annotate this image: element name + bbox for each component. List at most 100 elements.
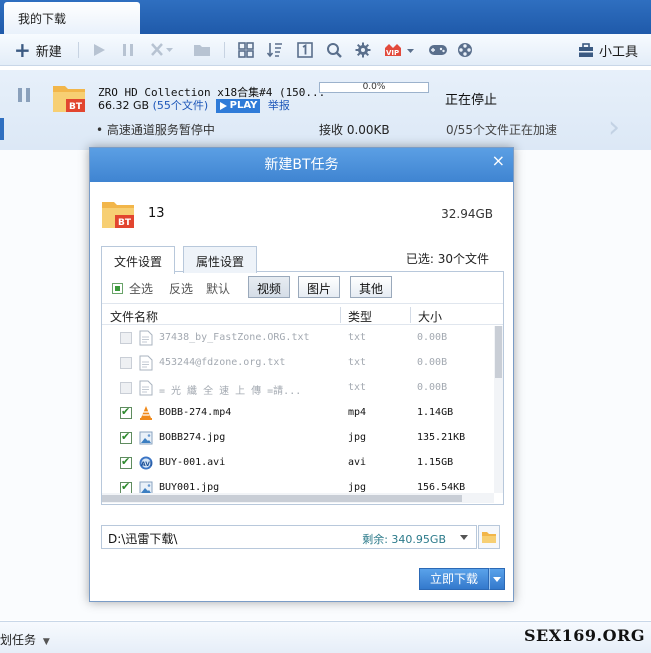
folder-icon [482,532,496,543]
film-reel-icon[interactable] [457,40,473,60]
file-row[interactable]: BOBB274.jpg jpg 135.21KB [102,426,494,451]
file-checkbox[interactable] [120,332,132,344]
play-icon[interactable] [92,40,106,60]
file-checkbox[interactable] [120,382,132,394]
default-selection-link[interactable]: 默认 [206,280,230,297]
task-status: 正在停止 [445,93,498,108]
one-icon[interactable] [297,40,313,60]
report-link[interactable]: 举报 [268,99,290,112]
file-row[interactable]: BOBB-274.mp4 mp4 1.14GB [102,401,494,426]
text-file-icon [139,330,153,346]
download-task-row[interactable]: BT ZRO HD Collection x18合集#4 (150... 66.… [0,70,651,150]
tab-file-settings[interactable]: 文件设置 [101,246,176,274]
task-size: 66.32 GB [98,99,150,112]
file-checkbox[interactable] [120,405,132,419]
chevron-right-icon[interactable]: › [608,110,620,145]
file-name: BUY001.jpg [159,482,220,493]
status-bar: 划任务 ▼ SEX169.ORG [0,621,651,653]
file-name: BOBB-274.mp4 [159,407,232,418]
vlc-cone-icon [139,405,153,421]
file-row[interactable]: = 光 纖 全 速 上 傳 =請... txt 0.00B [102,376,494,401]
dialog-header: 新建BT任务 × [90,148,513,182]
file-checkbox[interactable] [120,430,132,444]
new-task-button[interactable]: + 新建 [14,40,62,60]
save-path-combo[interactable]: D:\迅雷下载\ 剩余: 340.95GB [101,525,477,549]
download-options-dropdown[interactable] [489,568,505,590]
filter-image-button[interactable]: 图片 [298,276,341,298]
received-amount: 接收 0.00KB [319,123,390,137]
file-type: avi [348,457,367,468]
file-size: 1.15GB [417,457,454,468]
file-rows: 37438_by_FastZone.ORG.txt txt 0.00B 453244@… [102,326,494,493]
task-file-count[interactable]: (55个文件) [153,99,209,112]
file-row[interactable]: 37438_by_FastZone.ORG.txt txt 0.00B [102,326,494,351]
filter-other-button[interactable]: 其他 [350,276,393,298]
file-size: 0.00B [417,332,448,343]
file-size: 135.21KB [417,432,466,443]
vertical-scroll-thumb[interactable] [495,326,502,378]
download-now-button[interactable]: 立即下载 [419,568,489,590]
search-icon[interactable] [326,40,342,60]
folder-icon[interactable] [193,40,211,60]
file-type: mp4 [348,407,367,418]
dialog-title: 新建BT任务 [264,157,339,173]
gear-icon[interactable] [355,40,371,60]
pause-icon[interactable] [121,40,135,60]
text-file-icon [139,355,153,371]
close-icon[interactable]: × [492,151,505,171]
task-pause-icon[interactable] [18,88,30,102]
file-checkbox[interactable] [120,455,132,469]
column-name-header[interactable]: 文件名称 [110,308,158,325]
file-name: 37438_by_FastZone.ORG.txt [159,332,310,343]
text-file-icon [139,380,153,396]
invert-selection-link[interactable]: 反选 [169,280,193,297]
gamepad-icon[interactable] [428,40,448,60]
plan-task-menu[interactable]: 划任务 ▼ [0,631,50,648]
select-all-checkbox[interactable] [112,283,123,294]
column-type-header[interactable]: 类型 [348,308,372,325]
select-all-label[interactable]: 全选 [129,280,153,297]
file-name: BUY-001.avi [159,457,226,468]
tools-button[interactable]: 小工具 [578,40,638,60]
tab-property-settings[interactable]: 属性设置 [183,246,258,273]
file-name: = 光 纖 全 速 上 傳 =請... [159,386,302,397]
file-size: 156.54KB [417,482,466,493]
file-size: 0.00B [417,382,448,393]
delete-icon[interactable] [150,40,174,60]
file-table-header: 文件名称 类型 大小 [102,305,503,325]
file-type: jpg [348,432,367,443]
column-size-header[interactable]: 大小 [418,308,442,325]
filter-video-button[interactable]: 视频 [248,276,291,298]
horizontal-scroll-thumb[interactable] [102,495,462,502]
file-name: BOBB274.jpg [159,432,226,443]
bt-folder-icon: BT [101,198,135,233]
grid-icon[interactable] [238,40,254,60]
file-size: 1.14GB [417,407,454,418]
vertical-scrollbar[interactable] [494,326,503,493]
avi-file-icon: AVI [139,455,153,471]
file-row[interactable]: AVI BUY-001.avi avi 1.15GB [102,451,494,476]
file-checkbox[interactable] [120,357,132,369]
file-checkbox[interactable] [120,480,132,493]
file-row[interactable]: BUY001.jpg jpg 156.54KB [102,476,494,493]
image-file-icon [139,480,153,493]
plan-task-label: 划任务 [0,633,37,647]
bt-badge-text: BT [118,218,132,228]
toolbar-divider [224,42,225,58]
high-speed-hint: • 高速通道服务暂停中 [96,123,215,137]
file-name: 453244@fdzone.org.txt [159,357,286,368]
file-size: 0.00B [417,357,448,368]
task-size-line: 66.32 GB (55个文件) PLAY 举报 [98,97,290,113]
vip-icon[interactable]: VIP [383,40,415,60]
play-badge[interactable]: PLAY [215,99,261,113]
tab-my-downloads[interactable]: 我的下载 [4,2,140,34]
chevron-down-icon[interactable] [460,535,468,540]
sort-icon[interactable] [267,40,283,60]
browse-folder-button[interactable] [478,525,500,549]
accel-status: 0/55个文件正在加速 [446,123,557,137]
horizontal-scrollbar[interactable] [102,493,494,503]
tools-label: 小工具 [599,44,639,60]
svg-text:AVI: AVI [141,461,152,468]
file-row[interactable]: 453244@fdzone.org.txt txt 0.00B [102,351,494,376]
vip-badge-text: VIP [386,49,399,57]
